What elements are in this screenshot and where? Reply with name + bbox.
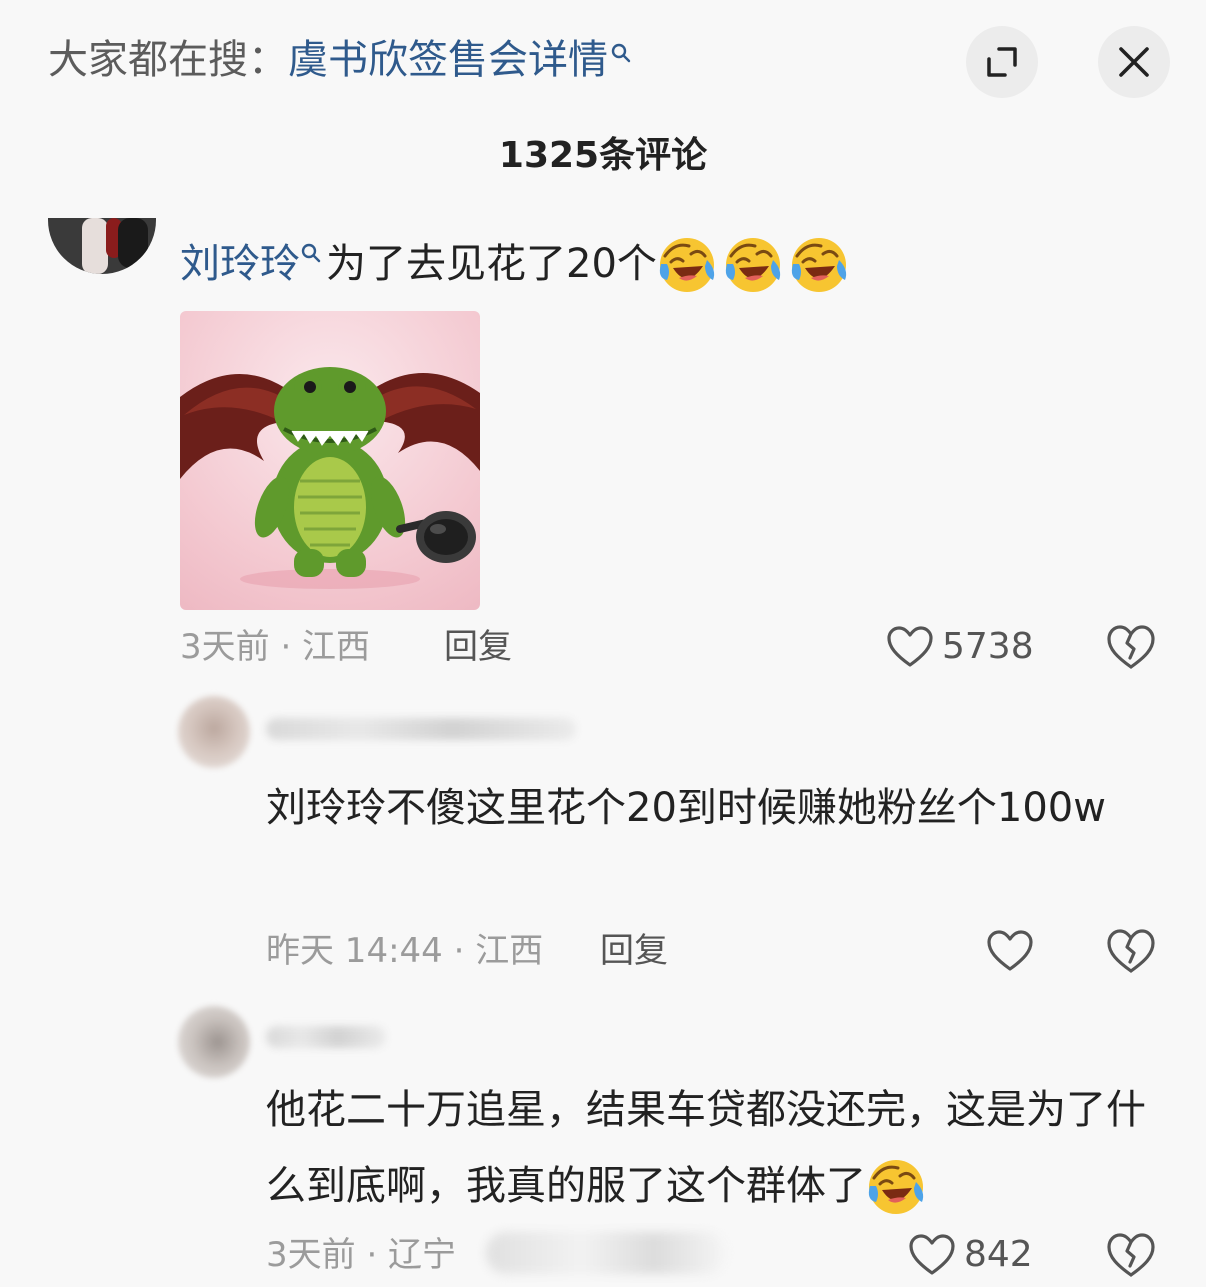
comment-username-link[interactable]: 刘玲玲 [180, 241, 300, 287]
blurred-username [266, 718, 576, 740]
like-button[interactable]: 5738 [886, 622, 1034, 672]
comment-time-location: 3天前 · 江西 [180, 627, 371, 667]
blurred-watermark [486, 1232, 726, 1274]
expand-icon [987, 47, 1017, 77]
like-button[interactable]: 842 [908, 1230, 1033, 1280]
rolling-laugh-emoji [868, 1160, 924, 1214]
like-count: 842 [964, 1234, 1033, 1275]
close-icon [1119, 47, 1149, 77]
reply-button[interactable]: 回复 [444, 622, 512, 672]
search-icon[interactable] [300, 242, 322, 264]
avatar[interactable] [178, 696, 250, 768]
main-comment-text: 刘玲玲 为了去见花了20个 [180, 232, 849, 296]
reply-button[interactable]: 回复 [600, 926, 668, 976]
broken-heart-icon[interactable] [1106, 622, 1156, 672]
blurred-username [266, 1026, 386, 1048]
rolling-laugh-emoji [791, 238, 847, 292]
heart-icon [909, 1234, 955, 1275]
search-icon [611, 43, 631, 63]
reply-body: 他花二十万追星，结果车贷都没还完，这是为了什么到底啊，我真的服了这个群体了 [266, 1087, 1146, 1209]
rolling-laugh-emoji [725, 238, 781, 292]
avatar[interactable] [178, 1006, 250, 1078]
trending-search-hint[interactable]: 大家都在搜：虞书欣签售会详情 [48, 30, 632, 90]
broken-heart-icon[interactable] [1106, 926, 1156, 976]
reply-text: 刘玲玲不傻这里花个20到时候赚她粉丝个100w [266, 785, 1106, 831]
search-topic-link[interactable]: 虞书欣签售会详情 [288, 37, 608, 83]
expand-button[interactable] [966, 26, 1038, 98]
avatar[interactable] [48, 218, 156, 274]
comments-panel: 大家都在搜：虞书欣签售会详情 1325条评论 刘玲玲 为了去见花了20个 3天前… [0, 0, 1206, 1287]
like-button[interactable] [986, 926, 1034, 976]
heart-icon [887, 626, 933, 667]
crocodile-sticker-image[interactable] [180, 311, 480, 610]
like-count: 5738 [942, 626, 1034, 667]
reply-time-location: 3天前 · 辽宁 [266, 1235, 457, 1275]
broken-heart-icon[interactable] [1106, 1230, 1156, 1280]
search-prefix: 大家都在搜： [48, 37, 288, 83]
heart-icon [987, 930, 1033, 971]
close-button[interactable] [1098, 26, 1170, 98]
comment-body: 为了去见花了20个 [326, 241, 657, 287]
comment-count-title: 1325条评论 [498, 135, 708, 176]
reply-text: 他花二十万追星，结果车贷都没还完，这是为了什么到底啊，我真的服了这个群体了 [266, 1072, 1166, 1224]
reply-time-location: 昨天 14:44 · 江西 [266, 931, 544, 971]
rolling-laugh-emoji [659, 238, 715, 292]
